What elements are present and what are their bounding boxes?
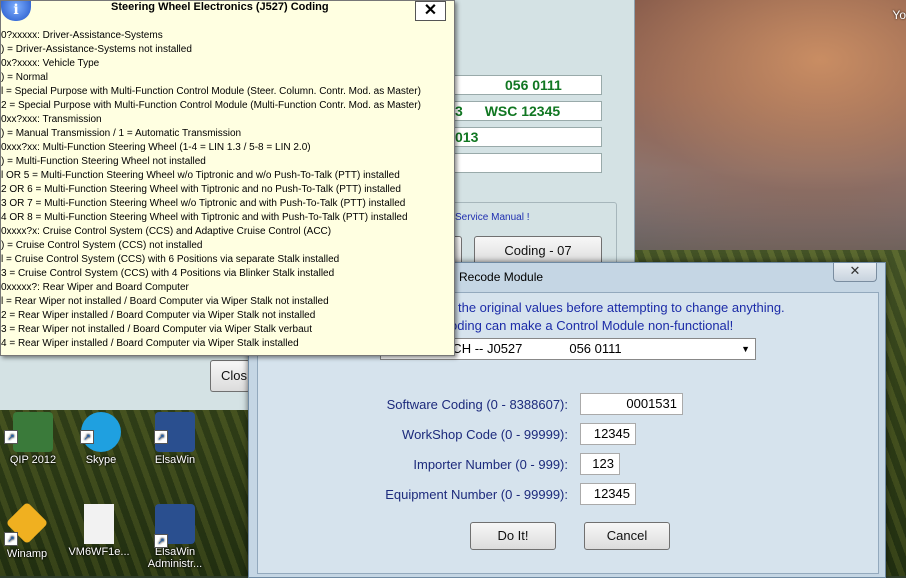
coding-description-list: 0?xxxxx: Driver-Assistance-Systems ) = D… (1, 29, 421, 351)
desktop-icon-label: ElsaWin (154, 454, 196, 466)
coding-line: ) = Manual Transmission / 1 = Automatic … (1, 128, 242, 139)
equipment-number-input[interactable]: 12345 (580, 483, 636, 505)
coding-line: 0xxxx?x: Cruise Control System (CCS) and… (1, 226, 332, 237)
coding-line: 0x?xxxx: Vehicle Type (1, 58, 100, 69)
popup-title: Steering Wheel Electronics (J527) Coding (111, 1, 329, 13)
coding-field: 013 (452, 127, 602, 147)
desktop-icon-vm6wf1e[interactable]: VM6WF1e... (66, 504, 132, 558)
shortcut-arrow-icon: ↗ (80, 430, 94, 444)
coding-line: 0?xxxxx: Driver-Assistance-Systems (1, 30, 163, 41)
coding-line: 0xxxxx?: Rear Wiper and Board Computer (1, 282, 189, 293)
desktop-icon-qip[interactable]: QIP 2012 ↗ (0, 412, 66, 466)
importer-number-input[interactable]: 123 (580, 453, 620, 475)
workshop-code-label: WorkShop Code (0 - 99999): (402, 427, 568, 442)
desktop-icon-label: ElsaWin Administr... (147, 546, 203, 570)
coding-line: l OR 5 = Multi-Function Steering Wheel w… (1, 170, 400, 181)
desktop-icon-label: QIP 2012 (9, 454, 57, 466)
warning-line-2: oding can make a Control Module non-func… (450, 318, 734, 333)
coding-line: ) = Driver-Assistance-Systems not instal… (1, 44, 192, 55)
coding-line: l = Rear Wiper not installed / Board Com… (1, 296, 329, 307)
shortcut-arrow-icon: ↗ (154, 534, 168, 548)
cancel-button[interactable]: Cancel (584, 522, 670, 550)
equipment-number-label: Equipment Number (0 - 99999): (385, 487, 568, 502)
coding-line: 0xx?xxx: Transmission (1, 114, 102, 125)
desktop-icon-label: Winamp (6, 548, 48, 560)
coding-line: ) = Cruise Control System (CCS) not inst… (1, 240, 203, 251)
part-number-field: 056 0111 (452, 75, 602, 95)
coding-line: 4 OR 8 = Multi-Function Steering Wheel w… (1, 212, 408, 223)
shortcut-arrow-icon: ↗ (4, 430, 18, 444)
coding-line: 4 = Rear Wiper installed / Board Compute… (1, 338, 299, 349)
coding-line: 2 OR 6 = Multi-Function Steering Wheel w… (1, 184, 401, 195)
coding-line: 0xxx?xx: Multi-Function Steering Wheel (… (1, 142, 311, 153)
close-button[interactable]: Clos (210, 360, 250, 392)
importer-number-label: Importer Number (0 - 999): (413, 457, 568, 472)
desktop-icon-label: Skype (85, 454, 117, 466)
warning-line-1: the original values before attempting to… (458, 300, 785, 315)
desktop-icon-skype[interactable]: Skype ↗ (68, 412, 134, 466)
do-it-button[interactable]: Do It! (470, 522, 556, 550)
coding-line: ) = Normal (1, 72, 48, 83)
component-field-code: WSC 12345 (484, 103, 561, 119)
coding-line: 3 = Rear Wiper not installed / Board Com… (1, 324, 312, 335)
component-field-prefix: 3 (455, 103, 463, 119)
coding-info-popup: i Steering Wheel Electronics (J527) Codi… (0, 0, 455, 356)
qip-icon (13, 412, 53, 452)
service-manual-link[interactable]: Service Manual ! (455, 212, 529, 223)
workshop-code-input[interactable]: 12345 (580, 423, 636, 445)
coding-line: 3 OR 7 = Multi-Function Steering Wheel w… (1, 198, 406, 209)
coding-line: 3 = Cruise Control System (CCS) with 4 P… (1, 268, 335, 279)
component-field: 3 WSC 12345 (452, 101, 602, 121)
dialog-title: Recode Module (459, 270, 544, 284)
info-icon: i (1, 1, 31, 21)
desktop-icon-elsawin[interactable]: ElsaWin ↗ (142, 412, 208, 466)
chevron-down-icon: ▼ (741, 344, 750, 354)
empty-field (452, 153, 602, 173)
software-coding-label: Software Coding (0 - 8388607): (386, 397, 568, 412)
desktop-icon-winamp[interactable]: Winamp ↗ (0, 501, 60, 560)
shortcut-arrow-icon: ↗ (154, 430, 168, 444)
shortcut-arrow-icon: ↗ (4, 532, 18, 546)
coding-line: l = Special Purpose with Multi-Function … (1, 86, 421, 97)
dialog-close-button[interactable]: ✕ (833, 263, 877, 282)
desktop-icon-elsawin-admin[interactable]: ElsaWin Administr... ↗ (142, 504, 208, 570)
text-file-icon (84, 504, 114, 544)
coding-line: 2 = Rear Wiper installed / Board Compute… (1, 310, 316, 321)
desktop-corner-text: Yo (892, 8, 906, 22)
module-select-value: 549 CH -- J0527 056 0111 (427, 341, 622, 356)
coding-line: 2 = Special Purpose with Multi-Function … (1, 100, 421, 111)
desktop-icon-label: VM6WF1e... (68, 546, 130, 558)
coding-line: ) = Multi-Function Steering Wheel not in… (1, 156, 206, 167)
software-coding-input[interactable]: 0001531 (580, 393, 683, 415)
popup-close-button[interactable]: ✕ (415, 1, 446, 21)
coding-line: l = Cruise Control System (CCS) with 6 P… (1, 254, 340, 265)
